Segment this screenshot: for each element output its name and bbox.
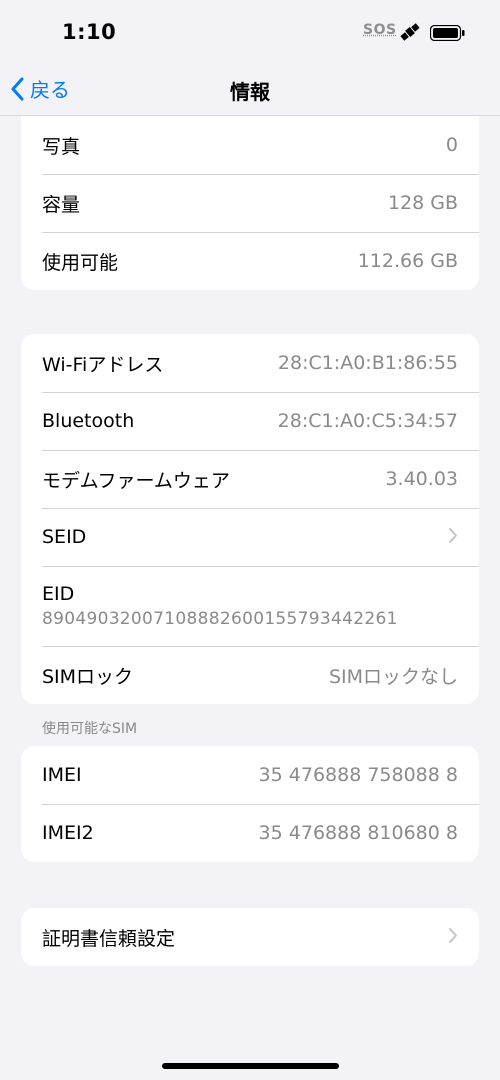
bluetooth-value: 28:C1:A0:C5:34:57 bbox=[277, 410, 458, 432]
row-wifi-address: Wi-Fiアドレス 28:C1:A0:B1:86:55 bbox=[21, 334, 479, 392]
photos-value: 0 bbox=[445, 134, 458, 156]
imei2-value: 35 476888 810680 8 bbox=[258, 822, 458, 844]
row-bluetooth: Bluetooth 28:C1:A0:C5:34:57 bbox=[21, 392, 479, 450]
section-header-available-sim: 使用可能なSIM bbox=[42, 721, 138, 737]
imei-group: IMEI 35 476888 758088 8 IMEI2 35 476888 … bbox=[21, 746, 479, 862]
wifi-address-label: Wi-Fiアドレス bbox=[42, 353, 164, 376]
row-modem-firmware: モデムファームウェア 3.40.03 bbox=[21, 450, 479, 508]
imei2-label: IMEI2 bbox=[42, 822, 94, 844]
content: 写真 0 容量 128 GB 使用可能 112.66 GB Wi-Fiアドレス … bbox=[0, 116, 500, 966]
row-sim-lock: SIMロック SIMロックなし bbox=[21, 646, 479, 704]
imei-label: IMEI bbox=[42, 764, 82, 786]
row-eid: EID 89049032007108882600155793442261 bbox=[21, 566, 479, 646]
certificate-group: 証明書信頼設定 bbox=[21, 908, 479, 966]
battery-icon bbox=[429, 24, 466, 45]
seid-label: SEID bbox=[42, 526, 87, 548]
imei-value: 35 476888 758088 8 bbox=[258, 764, 458, 786]
bluetooth-label: Bluetooth bbox=[42, 410, 135, 432]
chevron-right-icon bbox=[448, 527, 458, 548]
network-group: Wi-Fiアドレス 28:C1:A0:B1:86:55 Bluetooth 28… bbox=[21, 334, 479, 704]
row-imei2: IMEI2 35 476888 810680 8 bbox=[21, 804, 479, 862]
row-seid[interactable]: SEID bbox=[21, 508, 479, 566]
row-certificate-trust-settings[interactable]: 証明書信頼設定 bbox=[21, 908, 479, 966]
row-photos: 写真 0 bbox=[21, 116, 479, 174]
sos-indicator: SOS bbox=[363, 22, 397, 38]
status-bar: 1:10 SOS bbox=[0, 0, 500, 64]
home-indicator[interactable] bbox=[162, 1063, 339, 1069]
eid-label: EID bbox=[42, 583, 75, 605]
capacity-value: 128 GB bbox=[387, 192, 458, 214]
status-time: 1:10 bbox=[62, 20, 117, 44]
row-available: 使用可能 112.66 GB bbox=[21, 232, 479, 290]
page-title: 情報 bbox=[230, 80, 270, 104]
navigation-bar: 戻る 情報 bbox=[0, 64, 500, 116]
wifi-address-value: 28:C1:A0:B1:86:55 bbox=[277, 352, 458, 374]
modem-firmware-value: 3.40.03 bbox=[385, 468, 458, 490]
available-label: 使用可能 bbox=[42, 251, 119, 274]
row-capacity: 容量 128 GB bbox=[21, 174, 479, 232]
storage-group: 写真 0 容量 128 GB 使用可能 112.66 GB bbox=[21, 116, 479, 290]
chevron-right-icon bbox=[448, 927, 458, 948]
satellite-icon bbox=[398, 21, 422, 47]
sim-lock-label: SIMロック bbox=[42, 665, 134, 688]
capacity-label: 容量 bbox=[42, 193, 81, 216]
eid-value: 89049032007108882600155793442261 bbox=[42, 609, 398, 629]
available-value: 112.66 GB bbox=[357, 250, 458, 272]
certificate-trust-label: 証明書信頼設定 bbox=[42, 927, 176, 950]
sim-lock-value: SIMロックなし bbox=[328, 665, 458, 688]
modem-firmware-label: モデムファームウェア bbox=[42, 469, 230, 492]
photos-label: 写真 bbox=[42, 135, 81, 158]
row-imei: IMEI 35 476888 758088 8 bbox=[21, 746, 479, 804]
